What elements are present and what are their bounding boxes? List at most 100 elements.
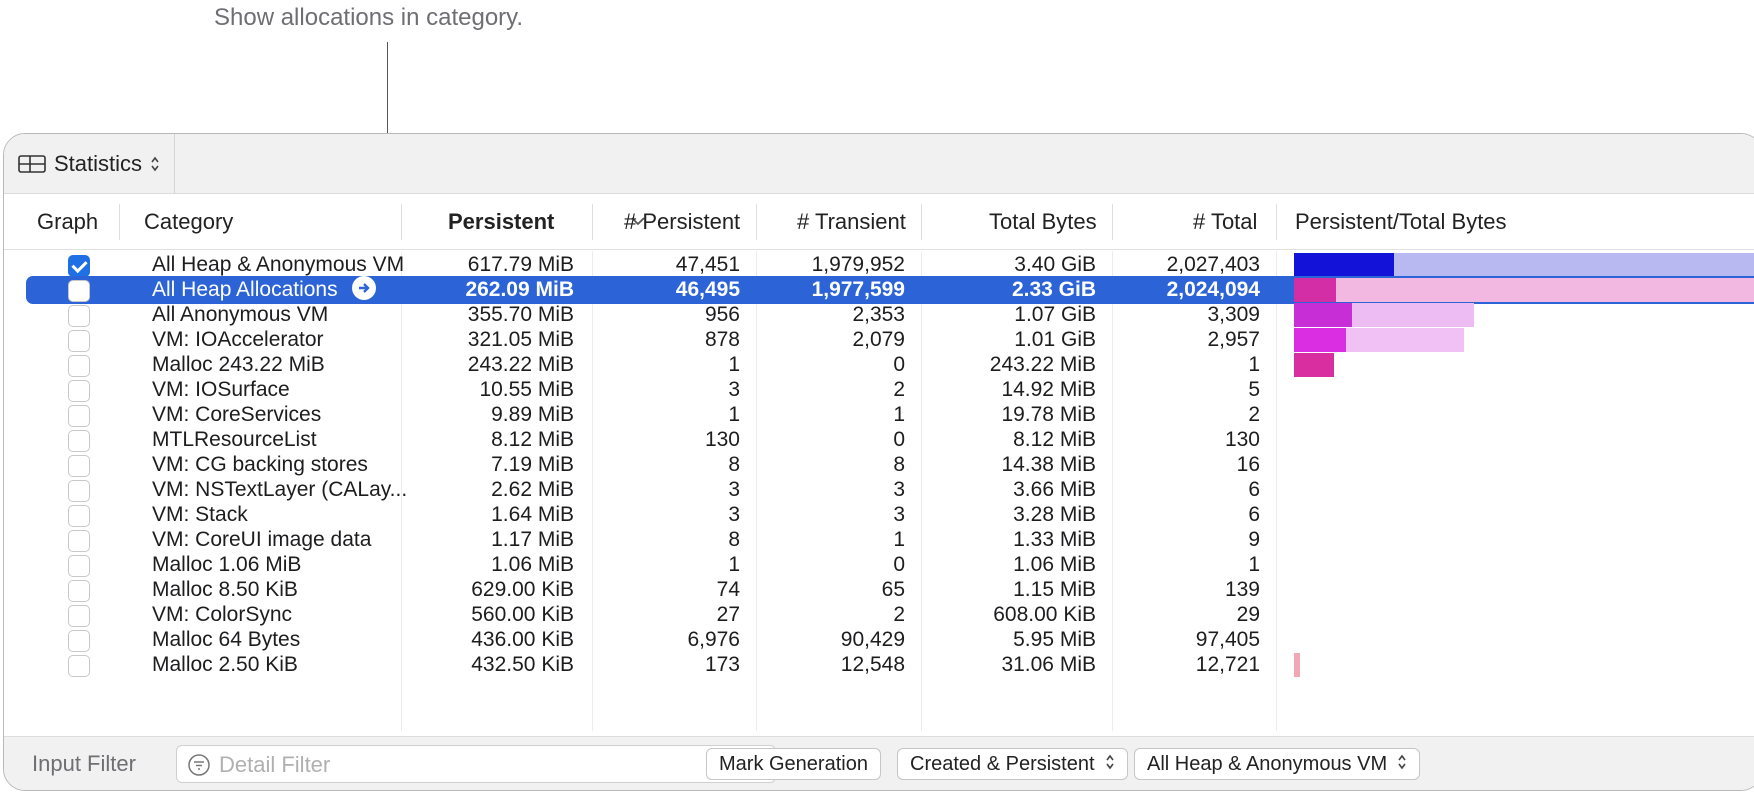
- graph-checkbox[interactable]: [68, 255, 90, 277]
- table-row[interactable]: All Heap & Anonymous VM 617.79 MiB 47,451 1…: [4, 251, 1754, 279]
- num-persistent-cell: 130: [704, 428, 740, 451]
- graph-checkbox[interactable]: [68, 380, 90, 402]
- total-bytes-cell: 1.06 MiB: [1013, 553, 1096, 576]
- allocations-window: Statistics Graph Category Persistent # P…: [3, 133, 1754, 791]
- graph-checkbox[interactable]: [68, 555, 90, 577]
- persistent-cell: 321.05 MiB: [467, 328, 574, 351]
- column-header-num-total[interactable]: # Total: [1193, 194, 1257, 250]
- column-header-num-persistent[interactable]: # Persistent: [624, 194, 740, 250]
- graph-checkbox[interactable]: [68, 455, 90, 477]
- category-cell: Malloc 8.50 KiB: [152, 578, 298, 601]
- total-bytes-cell: 8.12 MiB: [1013, 428, 1096, 451]
- table-row[interactable]: Malloc 8.50 KiB 629.00 KiB 74 65 1.15 MiB 139: [4, 576, 1754, 604]
- num-transient-cell: 1: [893, 403, 905, 426]
- graph-checkbox[interactable]: [68, 305, 90, 327]
- num-persistent-cell: 47,451: [675, 253, 740, 276]
- total-bytes-cell: 14.92 MiB: [1001, 378, 1096, 401]
- num-persistent-cell: 3: [728, 478, 740, 501]
- category-cell: VM: CoreServices: [152, 403, 322, 426]
- allocation-lifespan-popup[interactable]: Created & Persistent: [897, 748, 1128, 780]
- table-row[interactable]: VM: ColorSync 560.00 KiB 27 2 608.00 KiB 29: [4, 601, 1754, 629]
- table-row[interactable]: MTLResourceList 8.12 MiB 130 0 8.12 MiB 130: [4, 426, 1754, 454]
- persistent-bytes-bar: [1294, 278, 1336, 302]
- table-row[interactable]: All Heap Allocations 262.09 MiB 46,495 1,97…: [4, 276, 1754, 304]
- persistent-cell: 8.12 MiB: [491, 428, 574, 451]
- persistent-cell: 560.00 KiB: [471, 603, 574, 626]
- category-cell: VM: ColorSync: [152, 603, 293, 626]
- detail-filter-field[interactable]: [176, 745, 776, 783]
- table-row[interactable]: VM: CG backing stores 7.19 MiB 8 8 14.38 MiB…: [4, 451, 1754, 479]
- view-mode-popup[interactable]: Statistics: [4, 134, 176, 194]
- persistent-cell: 629.00 KiB: [471, 578, 574, 601]
- total-bytes-cell: 3.40 GiB: [1014, 253, 1096, 276]
- total-bytes-cell: 1.07 GiB: [1014, 303, 1096, 326]
- table-row[interactable]: VM: Stack 1.64 MiB 3 3 3.28 MiB 6: [4, 501, 1754, 529]
- bottom-bar: Input Filter Mark Generation Created & P…: [4, 736, 1754, 790]
- total-bytes-cell: 5.95 MiB: [1013, 628, 1096, 651]
- table-row[interactable]: VM: CoreServices 9.89 MiB 1 1 19.78 MiB 2: [4, 401, 1754, 429]
- column-header-category[interactable]: Category: [144, 194, 233, 250]
- graph-checkbox[interactable]: [68, 405, 90, 427]
- total-bytes-cell: 14.38 MiB: [1001, 453, 1096, 476]
- num-transient-cell: 1: [893, 528, 905, 551]
- category-cell: Malloc 243.22 MiB: [152, 353, 325, 376]
- table-row[interactable]: Malloc 243.22 MiB 243.22 MiB 1 0 243.22 MiB 1: [4, 351, 1754, 379]
- graph-checkbox[interactable]: [68, 605, 90, 627]
- persistent-cell: 10.55 MiB: [479, 378, 574, 401]
- column-header-persistent[interactable]: Persistent: [448, 194, 554, 250]
- input-filter-label[interactable]: Input Filter: [32, 751, 136, 777]
- total-bytes-cell: 1.01 GiB: [1014, 328, 1096, 351]
- column-header-persistent-total-bytes[interactable]: Persistent/Total Bytes: [1295, 194, 1507, 250]
- num-persistent-cell: 74: [716, 578, 740, 601]
- table-row[interactable]: Malloc 64 Bytes 436.00 KiB 6,976 90,429 5.95…: [4, 626, 1754, 654]
- table-row[interactable]: VM: IOSurface 10.55 MiB 3 2 14.92 MiB 5: [4, 376, 1754, 404]
- num-transient-cell: 3: [893, 503, 905, 526]
- num-persistent-cell: 6,976: [687, 628, 740, 651]
- category-cell: VM: Stack: [152, 503, 248, 526]
- total-bytes-cell: 2.33 GiB: [1011, 278, 1096, 301]
- graph-checkbox[interactable]: [68, 430, 90, 452]
- num-total-cell: 2,024,094: [1166, 278, 1260, 301]
- num-persistent-cell: 46,495: [675, 278, 740, 301]
- num-total-cell: 130: [1224, 428, 1260, 451]
- category-cell: All Anonymous VM: [152, 303, 329, 326]
- allocation-type-popup[interactable]: All Heap & Anonymous VM: [1134, 748, 1421, 780]
- table-row[interactable]: VM: NSTextLayer (CALay... 2.62 MiB 3 3 3.66 …: [4, 476, 1754, 504]
- table-body: All Heap & Anonymous VM 617.79 MiB 47,451 1…: [4, 251, 1754, 731]
- graph-checkbox[interactable]: [68, 505, 90, 527]
- callout-text: Show allocations in category.: [214, 4, 524, 31]
- graph-checkbox[interactable]: [68, 355, 90, 377]
- num-transient-cell: 0: [893, 428, 905, 451]
- graph-checkbox[interactable]: [68, 280, 90, 302]
- focus-arrow-icon[interactable]: [351, 276, 376, 301]
- num-transient-cell: 90,429: [840, 628, 905, 651]
- num-persistent-cell: 173: [704, 653, 740, 676]
- graph-checkbox[interactable]: [68, 655, 90, 677]
- total-bytes-cell: 243.22 MiB: [989, 353, 1096, 376]
- num-persistent-cell: 878: [704, 328, 740, 351]
- num-persistent-cell: 3: [728, 378, 740, 401]
- num-transient-cell: 1,977,599: [811, 278, 905, 301]
- allocation-type-label: All Heap & Anonymous VM: [1147, 753, 1388, 775]
- column-header-graph[interactable]: Graph: [37, 194, 98, 250]
- table-row[interactable]: All Anonymous VM 355.70 MiB 956 2,353 1.07 G…: [4, 301, 1754, 329]
- graph-checkbox[interactable]: [68, 630, 90, 652]
- graph-checkbox[interactable]: [68, 580, 90, 602]
- table-row[interactable]: VM: CoreUI image data 1.17 MiB 8 1 1.33 MiB 9: [4, 526, 1754, 554]
- category-cell: All Heap Allocations: [152, 276, 376, 304]
- category-cell: VM: CoreUI image data: [152, 528, 372, 551]
- graph-checkbox[interactable]: [68, 330, 90, 352]
- mark-generation-button[interactable]: Mark Generation: [706, 748, 881, 780]
- detail-filter-input[interactable]: [217, 750, 757, 780]
- total-bytes-cell: 31.06 MiB: [1001, 653, 1096, 676]
- graph-checkbox[interactable]: [68, 480, 90, 502]
- table-row[interactable]: VM: IOAccelerator 321.05 MiB 878 2,079 1.01 …: [4, 326, 1754, 354]
- column-header-total-bytes[interactable]: Total Bytes: [989, 194, 1097, 250]
- num-total-cell: 29: [1236, 603, 1260, 626]
- persistent-bytes-bar: [1294, 328, 1346, 352]
- table-row[interactable]: Malloc 2.50 KiB 432.50 KiB 173 12,548 31.06 …: [4, 651, 1754, 679]
- num-total-cell: 139: [1224, 578, 1260, 601]
- column-header-num-transient[interactable]: # Transient: [797, 194, 906, 250]
- graph-checkbox[interactable]: [68, 530, 90, 552]
- table-row[interactable]: Malloc 1.06 MiB 1.06 MiB 1 0 1.06 MiB 1: [4, 551, 1754, 579]
